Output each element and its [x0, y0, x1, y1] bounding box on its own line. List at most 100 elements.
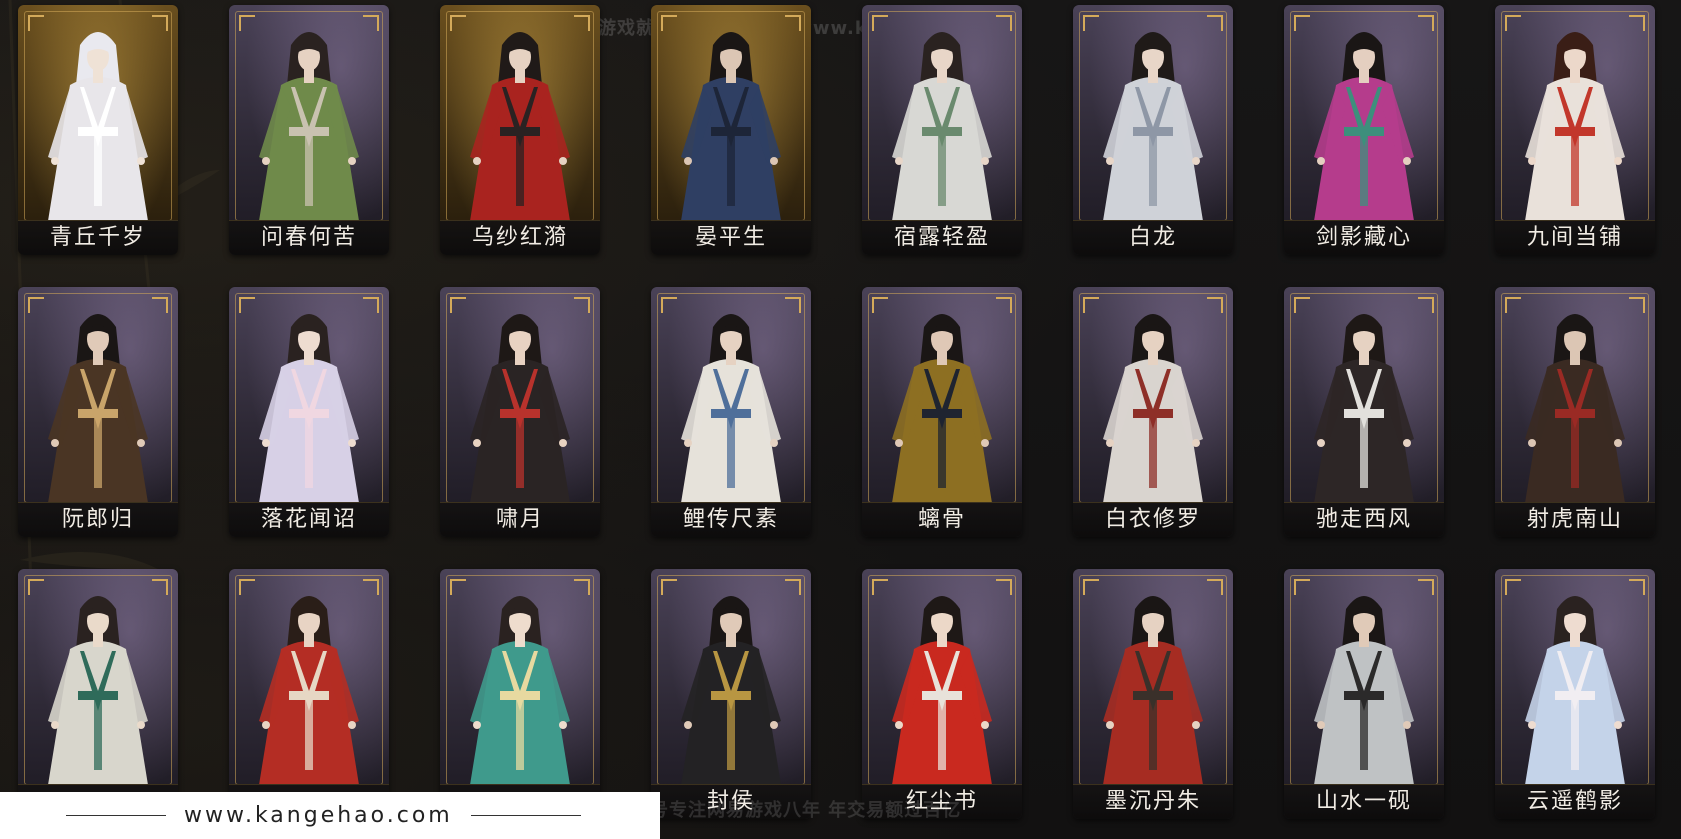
figure-left-hand	[1528, 157, 1536, 165]
outfit-card[interactable]: 封侯	[651, 569, 811, 819]
figure-sash-tail	[1360, 418, 1368, 488]
figure-sash	[1555, 127, 1595, 136]
footer-divider-right	[470, 815, 581, 816]
outfit-card[interactable]: 云遥鹤影	[1495, 569, 1655, 819]
outfit-card[interactable]: 落花闻诏	[229, 287, 389, 537]
figure-left-hand	[684, 157, 692, 165]
figure-left-hand	[262, 157, 270, 165]
outfit-card[interactable]: 鲤传尺素	[651, 287, 811, 537]
figure-right-hand	[1403, 439, 1411, 447]
outfit-name: 青丘千岁	[49, 225, 146, 250]
figure-sash-tail	[94, 418, 102, 488]
outfit-name: 问春何苦	[260, 225, 357, 250]
figure-sash-tail	[1360, 700, 1368, 770]
outfit-card[interactable]: 墨沉丹朱	[1073, 569, 1233, 819]
card-name-plate: 晏平生	[651, 220, 811, 255]
outfit-name: 剑影藏心	[1315, 225, 1412, 250]
figure-sash	[289, 127, 329, 136]
figure-left-hand	[51, 157, 59, 165]
outfit-card[interactable]: 螭骨	[862, 287, 1022, 537]
character-figure	[681, 596, 781, 785]
card-name-plate: 青丘千岁	[18, 220, 178, 255]
outfit-card[interactable]: 宿露轻盈	[862, 5, 1022, 255]
figure-sash	[500, 409, 540, 418]
card-name-plate: 山水一砚	[1284, 784, 1444, 819]
card-name-plate: 落花闻诏	[229, 502, 389, 537]
figure-right-hand	[1614, 439, 1622, 447]
character-figure	[892, 32, 992, 221]
character-figure	[1525, 596, 1625, 785]
outfit-card[interactable]: 阮郎归	[18, 287, 178, 537]
outfit-name: 啸月	[495, 507, 544, 532]
character-figure	[470, 32, 570, 221]
character-figure	[259, 596, 359, 785]
outfit-card[interactable]: 白龙	[1073, 5, 1233, 255]
wardrobe-screen: 网易游戏就选看个号 网址：www.kangehao.com 青丘千岁问春何苦乌纱…	[0, 0, 1681, 839]
figure-left-hand	[1106, 157, 1114, 165]
figure-left-hand	[895, 439, 903, 447]
figure-left-hand	[1317, 439, 1325, 447]
figure-sash	[922, 691, 962, 700]
outfit-card[interactable]: 红尘书	[862, 569, 1022, 819]
card-name-plate: 鲤传尺素	[651, 502, 811, 537]
figure-right-hand	[770, 439, 778, 447]
outfit-name: 宿露轻盈	[893, 225, 990, 250]
outfit-card-grid: 青丘千岁 问春何苦 乌纱红漪 晏平生 宿露轻盈 白龙 剑影藏心 九间当铺阮郎归 落花闻诏 啸月 鲤传…	[18, 5, 1663, 835]
figure-sash	[711, 409, 751, 418]
character-figure	[48, 314, 148, 503]
figure-sash-tail	[727, 700, 735, 770]
figure-right-hand	[770, 721, 778, 729]
outfit-card[interactable]	[440, 569, 600, 819]
outfit-card[interactable]: 驰走西风	[1284, 287, 1444, 537]
character-figure	[259, 32, 359, 221]
figure-left-hand	[473, 157, 481, 165]
figure-sash-tail	[516, 418, 524, 488]
outfit-name: 螭骨	[917, 507, 966, 532]
character-figure	[259, 314, 359, 503]
figure-right-hand	[559, 439, 567, 447]
character-figure	[1314, 32, 1414, 221]
outfit-card[interactable]: 青丘千岁	[18, 5, 178, 255]
figure-sash	[922, 409, 962, 418]
figure-left-hand	[262, 721, 270, 729]
outfit-card[interactable]: 乌纱红漪	[440, 5, 600, 255]
outfit-card[interactable]	[229, 569, 389, 819]
figure-right-hand	[559, 721, 567, 729]
figure-sash	[711, 127, 751, 136]
figure-left-hand	[473, 439, 481, 447]
outfit-card[interactable]: 啸月	[440, 287, 600, 537]
figure-sash	[1344, 409, 1384, 418]
figure-left-hand	[1106, 439, 1114, 447]
figure-right-hand	[1614, 721, 1622, 729]
outfit-name: 落花闻诏	[260, 507, 357, 532]
figure-sash-tail	[938, 136, 946, 206]
figure-left-hand	[895, 721, 903, 729]
figure-left-hand	[1106, 721, 1114, 729]
outfit-name: 驰走西风	[1315, 507, 1412, 532]
outfit-card[interactable]: 晏平生	[651, 5, 811, 255]
card-name-plate: 乌纱红漪	[440, 220, 600, 255]
figure-left-hand	[1317, 157, 1325, 165]
character-figure	[1525, 32, 1625, 221]
figure-sash-tail	[94, 136, 102, 206]
figure-right-hand	[1192, 439, 1200, 447]
outfit-card[interactable]: 九间当铺	[1495, 5, 1655, 255]
figure-sash-tail	[305, 418, 313, 488]
outfit-card[interactable]: 射虎南山	[1495, 287, 1655, 537]
figure-right-hand	[981, 721, 989, 729]
outfit-card[interactable]: 白衣修罗	[1073, 287, 1233, 537]
outfit-name: 白衣修罗	[1104, 507, 1201, 532]
character-figure	[470, 314, 570, 503]
card-name-plate: 驰走西风	[1284, 502, 1444, 537]
figure-sash-tail	[938, 418, 946, 488]
outfit-card[interactable]: 剑影藏心	[1284, 5, 1444, 255]
outfit-name: 射虎南山	[1526, 507, 1623, 532]
figure-right-hand	[1403, 157, 1411, 165]
outfit-card[interactable]	[18, 569, 178, 819]
character-figure	[1103, 596, 1203, 785]
card-name-plate: 啸月	[440, 502, 600, 537]
outfit-card[interactable]: 问春何苦	[229, 5, 389, 255]
outfit-card[interactable]: 山水一砚	[1284, 569, 1444, 819]
figure-right-hand	[559, 157, 567, 165]
figure-sash	[1133, 409, 1173, 418]
